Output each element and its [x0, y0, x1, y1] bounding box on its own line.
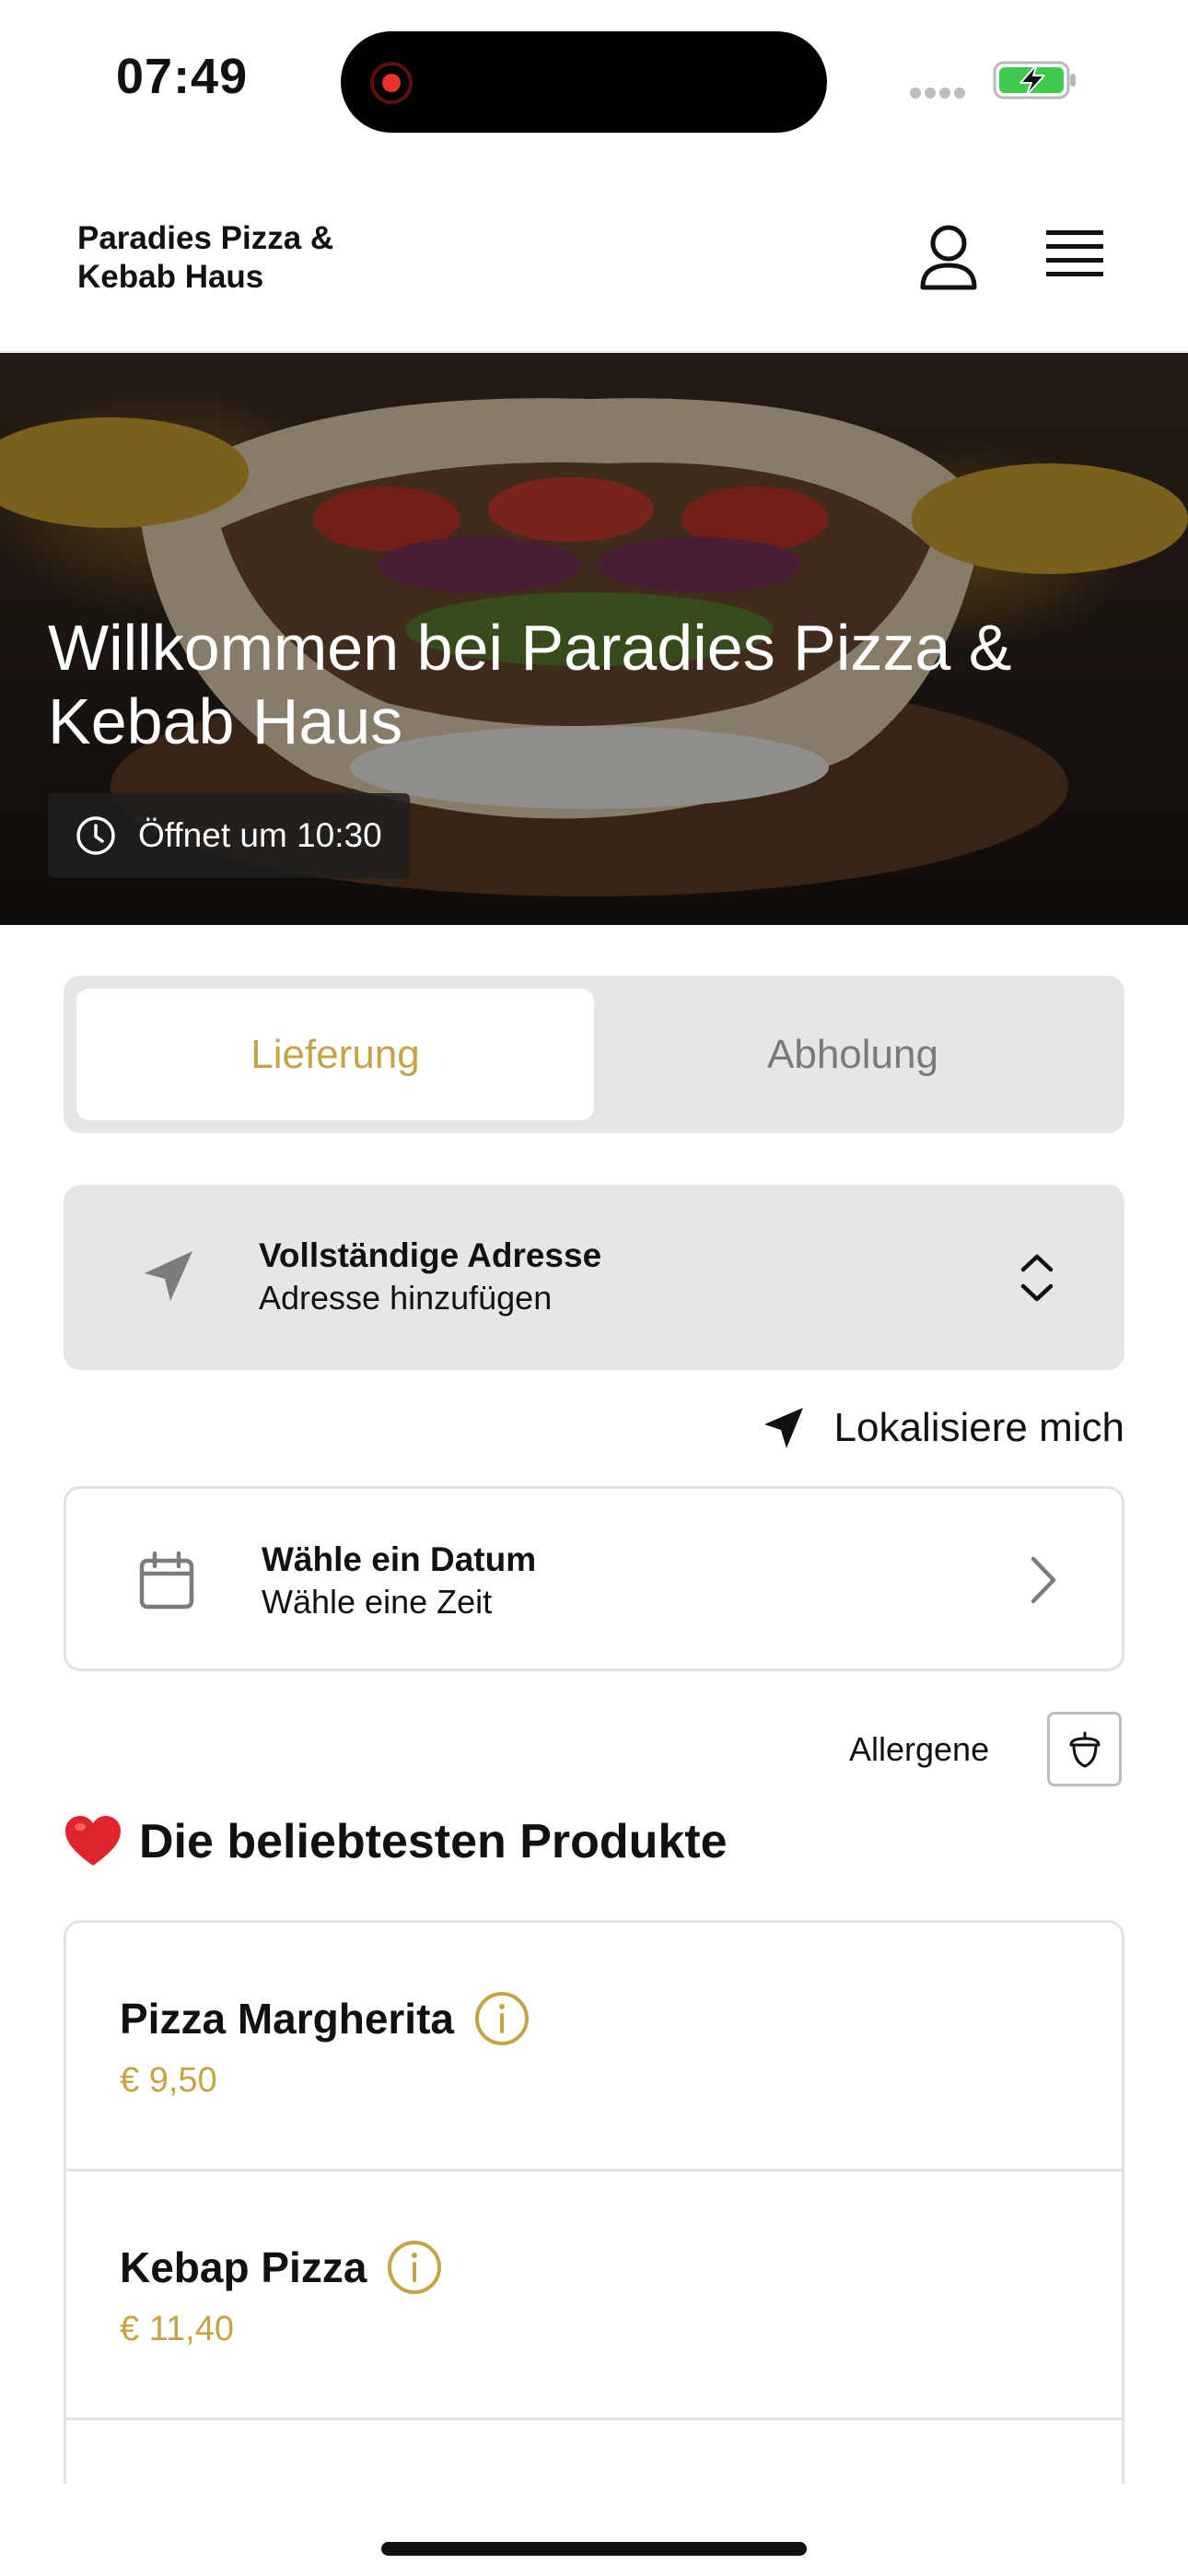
status-bar: 07:49 [0, 0, 1188, 157]
popular-title-text: Die beliebtesten Produkte [139, 1815, 728, 1868]
app-screen: 07:49 Paradies Pizza & Kebab Haus Willko… [0, 0, 1188, 2576]
allergens-button[interactable] [1047, 1712, 1122, 1786]
address-subtitle: Adresse hinzufügen [259, 1279, 553, 1317]
menu-button[interactable] [1039, 225, 1109, 284]
product-card[interactable]: Pizza Margherita € 9,50 [66, 1923, 1122, 2172]
allergens-label: Allergene [849, 1730, 990, 1768]
popular-section-title: Die beliebtesten Produkte [64, 1809, 728, 1874]
user-icon [920, 225, 977, 290]
product-price: € 11,40 [120, 2310, 234, 2348]
product-header: Kebap Pizza [120, 2238, 444, 2297]
address-title: Vollständige Adresse [259, 1236, 602, 1274]
product-name: Kebap Pizza [120, 2243, 367, 2291]
navigation-arrow-icon [763, 1408, 803, 1448]
status-time: 07:49 [116, 49, 249, 104]
locate-me-link[interactable]: Lokalisiere mich [761, 1400, 1124, 1456]
opening-time-badge: Öffnet um 10:30 [48, 793, 410, 878]
app-header: Paradies Pizza & Kebab Haus [0, 157, 1188, 352]
schedule-title: Wähle ein Datum [262, 1540, 537, 1578]
hamburger-menu-icon [1046, 230, 1103, 276]
clock-icon [76, 816, 115, 855]
product-price: € 9,50 [120, 2061, 217, 2100]
schedule-selector[interactable]: Wähle ein Datum Wähle eine Zeit [64, 1486, 1124, 1671]
info-icon[interactable] [385, 2238, 444, 2297]
home-indicator[interactable] [381, 2542, 807, 2556]
recording-indicator-icon [370, 62, 413, 104]
tab-delivery[interactable]: Lieferung [76, 989, 594, 1120]
signal-icon [910, 87, 974, 99]
order-mode-toggle: Lieferung Abholung [64, 976, 1124, 1133]
opening-time-text: Öffnet um 10:30 [138, 816, 382, 854]
tab-pickup[interactable]: Abholung [594, 989, 1112, 1120]
address-selector[interactable]: Vollständige Adresse Adresse hinzufügen [64, 1185, 1124, 1370]
calendar-icon [139, 1551, 194, 1610]
location-arrow-icon [145, 1251, 192, 1301]
dynamic-island [341, 31, 827, 133]
info-icon[interactable] [472, 1989, 531, 2048]
chevron-up-down-icon [1020, 1254, 1054, 1302]
hero-banner: Willkommen bei Paradies Pizza & Kebab Ha… [0, 353, 1188, 925]
acorn-icon [1069, 1731, 1101, 1768]
restaurant-name[interactable]: Paradies Pizza & Kebab Haus [77, 219, 409, 297]
battery-charging-icon [993, 61, 1076, 100]
hero-title: Willkommen bei Paradies Pizza & Kebab Ha… [48, 612, 1012, 757]
profile-button[interactable] [912, 221, 985, 295]
schedule-subtitle: Wähle eine Zeit [262, 1583, 493, 1621]
chevron-right-icon [1031, 1556, 1056, 1604]
heart-icon [65, 1816, 121, 1866]
locate-me-label: Lokalisiere mich [833, 1405, 1124, 1450]
product-name: Pizza Margherita [120, 1995, 454, 2043]
product-card[interactable] [66, 2420, 1122, 2484]
product-header: Pizza Margherita [120, 1989, 531, 2048]
product-card[interactable]: Kebap Pizza € 11,40 [66, 2172, 1122, 2420]
product-list: Pizza Margherita € 9,50 Kebap Pizza € 11… [64, 1920, 1124, 2484]
